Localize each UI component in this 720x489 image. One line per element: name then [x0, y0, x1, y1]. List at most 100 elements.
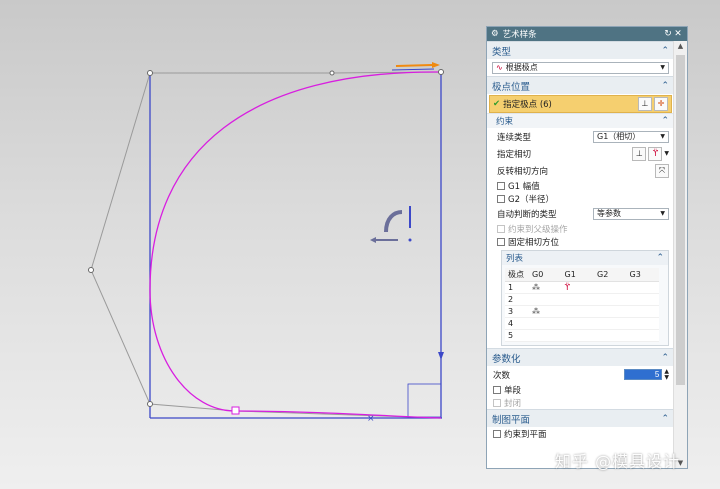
degree-label: 次数 — [493, 370, 511, 381]
g0-constraint-icon: ⁂ — [529, 305, 562, 318]
tangent-arrow-icon[interactable] — [395, 64, 433, 67]
constraint-title: 约束 — [496, 117, 514, 127]
collapse-icon[interactable]: ⌃ — [656, 253, 664, 263]
g2-cell — [594, 317, 627, 330]
row-id: 2 — [505, 293, 529, 306]
single-segment-label: 单段 — [504, 385, 522, 396]
checkbox-box[interactable] — [497, 194, 505, 203]
table-row[interactable]: 4 — [505, 317, 659, 330]
checkbox-box — [493, 398, 501, 407]
spline-type-icon: ∿ — [496, 63, 503, 72]
section-param-header[interactable]: 参数化 ⌃ — [487, 348, 674, 366]
art-spline-dialog: ⚙ 艺术样条 ↻ ✕ 类型 ⌃ ∿ 根据极点 ▼ 极点位置 ⌃ ✔ 指定极点 (… — [486, 26, 688, 469]
checkbox-box — [497, 224, 505, 233]
pole-handle-4[interactable] — [231, 406, 240, 415]
chevron-down-icon: ▼ — [660, 133, 665, 140]
g3-cell — [626, 329, 659, 342]
table-row[interactable]: 2 — [505, 293, 659, 306]
fix-tangent-checkbox[interactable]: 固定相切方位 — [487, 235, 674, 248]
refresh-icon[interactable]: ↻ — [663, 29, 673, 39]
dialog-scrollbar[interactable]: ▲ ▼ — [673, 41, 687, 468]
row-id: 4 — [505, 317, 529, 330]
g2-cell — [594, 329, 627, 342]
collapse-icon[interactable]: ⌃ — [661, 46, 669, 56]
spinner-icon[interactable]: ▲ ▼ — [664, 368, 669, 381]
constrain-to-plane-checkbox[interactable]: 约束到平面 — [487, 427, 674, 440]
specify-pole-row[interactable]: ✔ 指定极点 (6) ⊥ ✛ — [489, 95, 672, 113]
collapse-icon[interactable]: ⌃ — [661, 353, 669, 363]
col-header-pole: 极点 — [505, 268, 529, 282]
constraint-subheader[interactable]: 约束 ⌃ — [487, 113, 674, 128]
checkbox-box[interactable] — [493, 385, 501, 394]
checkbox-box[interactable] — [497, 181, 505, 190]
collapse-icon[interactable]: ⌃ — [661, 116, 669, 126]
continuity-label: 连续类型 — [497, 132, 532, 143]
reverse-direction-icon[interactable]: ⤧ — [655, 163, 669, 178]
pole-handle-3[interactable] — [147, 401, 153, 407]
scroll-up-icon[interactable]: ▲ — [674, 42, 687, 50]
view-triad-arc-icon — [384, 210, 403, 233]
g0-constraint-icon: ⁂ — [529, 281, 562, 294]
section-plane-header[interactable]: 制图平面 ⌃ — [487, 409, 674, 427]
col-header-g0: G0 — [529, 268, 562, 282]
section-type-header[interactable]: 类型 ⌃ — [487, 41, 674, 59]
specify-tangent-label: 指定相切 — [497, 149, 532, 160]
vector-dialog-icon[interactable]: ⊥ — [632, 146, 647, 161]
section-type-title: 类型 — [492, 46, 512, 58]
spline-curve[interactable] — [149, 71, 442, 419]
pole-handle-5[interactable] — [329, 70, 335, 76]
g1-constraint-icon: ϔ — [561, 281, 594, 294]
g2-radius-checkbox[interactable]: G2（半径） — [487, 192, 674, 205]
closed-checkbox: 封闭 — [487, 396, 674, 409]
section-param-title: 参数化 — [492, 353, 521, 365]
degree-input[interactable] — [624, 369, 663, 380]
point-snap-icon[interactable]: ✛ — [654, 97, 668, 111]
row-id: 5 — [505, 329, 529, 342]
constrain-to-parent-label: 约束到父级操作 — [508, 224, 568, 235]
continuity-value: G1（相切） — [597, 132, 641, 141]
table-row[interactable]: 3 ⁂ — [505, 305, 659, 318]
pole-handle-6[interactable] — [438, 69, 444, 75]
checkbox-box[interactable] — [493, 429, 501, 438]
checkbox-box[interactable] — [497, 237, 505, 246]
close-icon[interactable]: ✕ — [673, 29, 683, 39]
collapse-icon[interactable]: ⌃ — [661, 81, 669, 91]
table-row[interactable]: 5 — [505, 329, 659, 342]
g2-radius-label: G2（半径） — [508, 194, 554, 205]
pole-handle-2[interactable] — [88, 267, 94, 273]
gear-icon[interactable]: ⚙ — [491, 29, 499, 39]
g2-cell — [594, 293, 627, 306]
collapse-icon[interactable]: ⌃ — [661, 414, 669, 424]
g3-cell — [626, 317, 659, 330]
auto-judge-dropdown[interactable]: 等参数 ▼ — [593, 207, 669, 220]
point-dialog-icon[interactable]: ⊥ — [638, 97, 652, 111]
control-polygon — [90, 71, 442, 419]
datum-square — [407, 383, 442, 418]
col-header-g1: G1 — [561, 268, 594, 282]
chevron-down-icon[interactable]: ▼ — [664, 150, 669, 157]
g3-cell — [626, 293, 659, 306]
col-header-g2: G2 — [594, 268, 627, 282]
continuity-dropdown[interactable]: G1（相切） ▼ — [593, 130, 669, 143]
g3-cell — [626, 305, 659, 318]
g1-cell — [561, 293, 594, 306]
dialog-titlebar: ⚙ 艺术样条 ↻ ✕ — [487, 27, 687, 41]
frame-arrow-icon — [438, 352, 444, 360]
g1-magnitude-checkbox[interactable]: G1 幅值 — [487, 179, 674, 192]
g0-cell — [529, 293, 562, 306]
pole-handle-1[interactable] — [147, 70, 153, 76]
type-dropdown[interactable]: ∿ 根据极点 ▼ — [492, 61, 669, 74]
tangent-arrow-blue-icon — [391, 68, 435, 71]
single-segment-checkbox[interactable]: 单段 — [487, 383, 674, 396]
auto-judge-label: 自动判断的类型 — [497, 209, 557, 220]
g1-cell — [561, 305, 594, 318]
scroll-thumb[interactable] — [676, 55, 685, 385]
table-row[interactable]: 1 ⁂ ϔ — [505, 281, 659, 294]
section-pole-title: 极点位置 — [492, 81, 531, 93]
vector-type-icon[interactable]: ϔ — [648, 146, 663, 161]
section-pole-header[interactable]: 极点位置 ⌃ — [487, 76, 674, 94]
g1-cell — [561, 329, 594, 342]
row-id: 1 — [505, 281, 529, 294]
pole-list-header[interactable]: 列表 ⌃ — [502, 251, 668, 265]
view-triad-dot-icon — [408, 238, 412, 242]
